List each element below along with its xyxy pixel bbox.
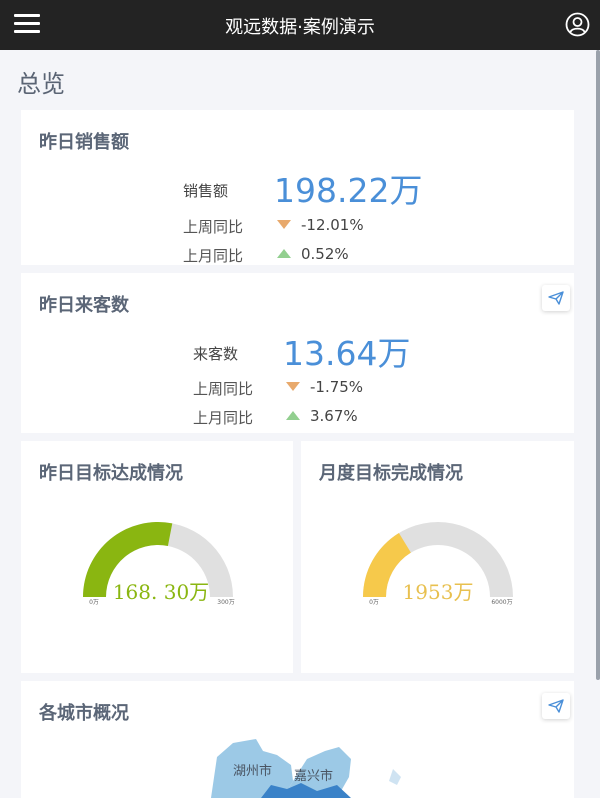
city-card: 各城市概况 湖州市 嘉兴市 xyxy=(21,681,574,798)
gauge-value-label: 168. 30万 xyxy=(113,580,209,604)
monthly-target-gauge: 1953万 0万 6000万 xyxy=(363,522,513,606)
top-bar: 观远数据·案例演示 xyxy=(0,0,600,50)
month-compare-value: 0.52% xyxy=(301,245,349,263)
down-arrow-icon xyxy=(286,382,300,391)
gauge-max-label: 300万 xyxy=(217,599,234,606)
sales-card: 昨日销售额 销售额 198.22万 上周同比 -12.01% 上月同比 0.52… xyxy=(21,110,574,265)
month-compare-value: 3.67% xyxy=(310,407,358,425)
gauge-value-label: 1953万 xyxy=(403,580,474,604)
visitors-label: 来客数 xyxy=(193,345,239,363)
card-title: 昨日销售额 xyxy=(39,132,129,153)
app-title: 观远数据·案例演示 xyxy=(225,17,375,38)
daily-target-card: 昨日目标达成情况 168. 30万 0万 300万 xyxy=(21,441,293,673)
month-compare-label: 上月同比 xyxy=(193,409,254,427)
visitors-card: 昨日来客数 来客数 13.64万 上周同比 -1.75% 上月同比 3.67% xyxy=(21,273,574,433)
user-circle-icon[interactable] xyxy=(565,12,590,37)
daily-target-gauge: 168. 30万 0万 300万 xyxy=(83,522,235,606)
up-arrow-icon xyxy=(286,411,300,420)
gauge-max-label: 6000万 xyxy=(491,599,512,606)
sales-value: 198.22万 xyxy=(274,171,423,210)
page-title: 总览 xyxy=(17,70,65,98)
map-region-coast xyxy=(389,769,401,785)
week-compare-value: -1.75% xyxy=(310,378,364,396)
sales-label: 销售额 xyxy=(183,182,229,200)
map-label-huzhou: 湖州市 xyxy=(233,763,272,779)
share-button[interactable] xyxy=(542,285,570,311)
card-title: 昨日来客数 xyxy=(39,295,129,316)
monthly-target-card: 月度目标完成情况 1953万 0万 6000万 xyxy=(301,441,574,673)
down-arrow-icon xyxy=(277,220,291,229)
up-arrow-icon xyxy=(277,249,291,258)
gauge-min-label: 0万 xyxy=(89,599,99,606)
send-icon xyxy=(548,291,564,305)
map-label-jiaxing: 嘉兴市 xyxy=(294,768,333,784)
month-compare-label: 上月同比 xyxy=(183,247,244,265)
week-compare-label: 上周同比 xyxy=(193,380,254,398)
visitors-value: 13.64万 xyxy=(283,334,411,373)
week-compare-label: 上周同比 xyxy=(183,218,244,236)
page-scrollbar[interactable] xyxy=(596,50,600,680)
week-compare-value: -12.01% xyxy=(301,216,364,234)
gauge-min-label: 0万 xyxy=(369,599,379,606)
city-map[interactable]: 湖州市 嘉兴市 xyxy=(21,681,574,798)
